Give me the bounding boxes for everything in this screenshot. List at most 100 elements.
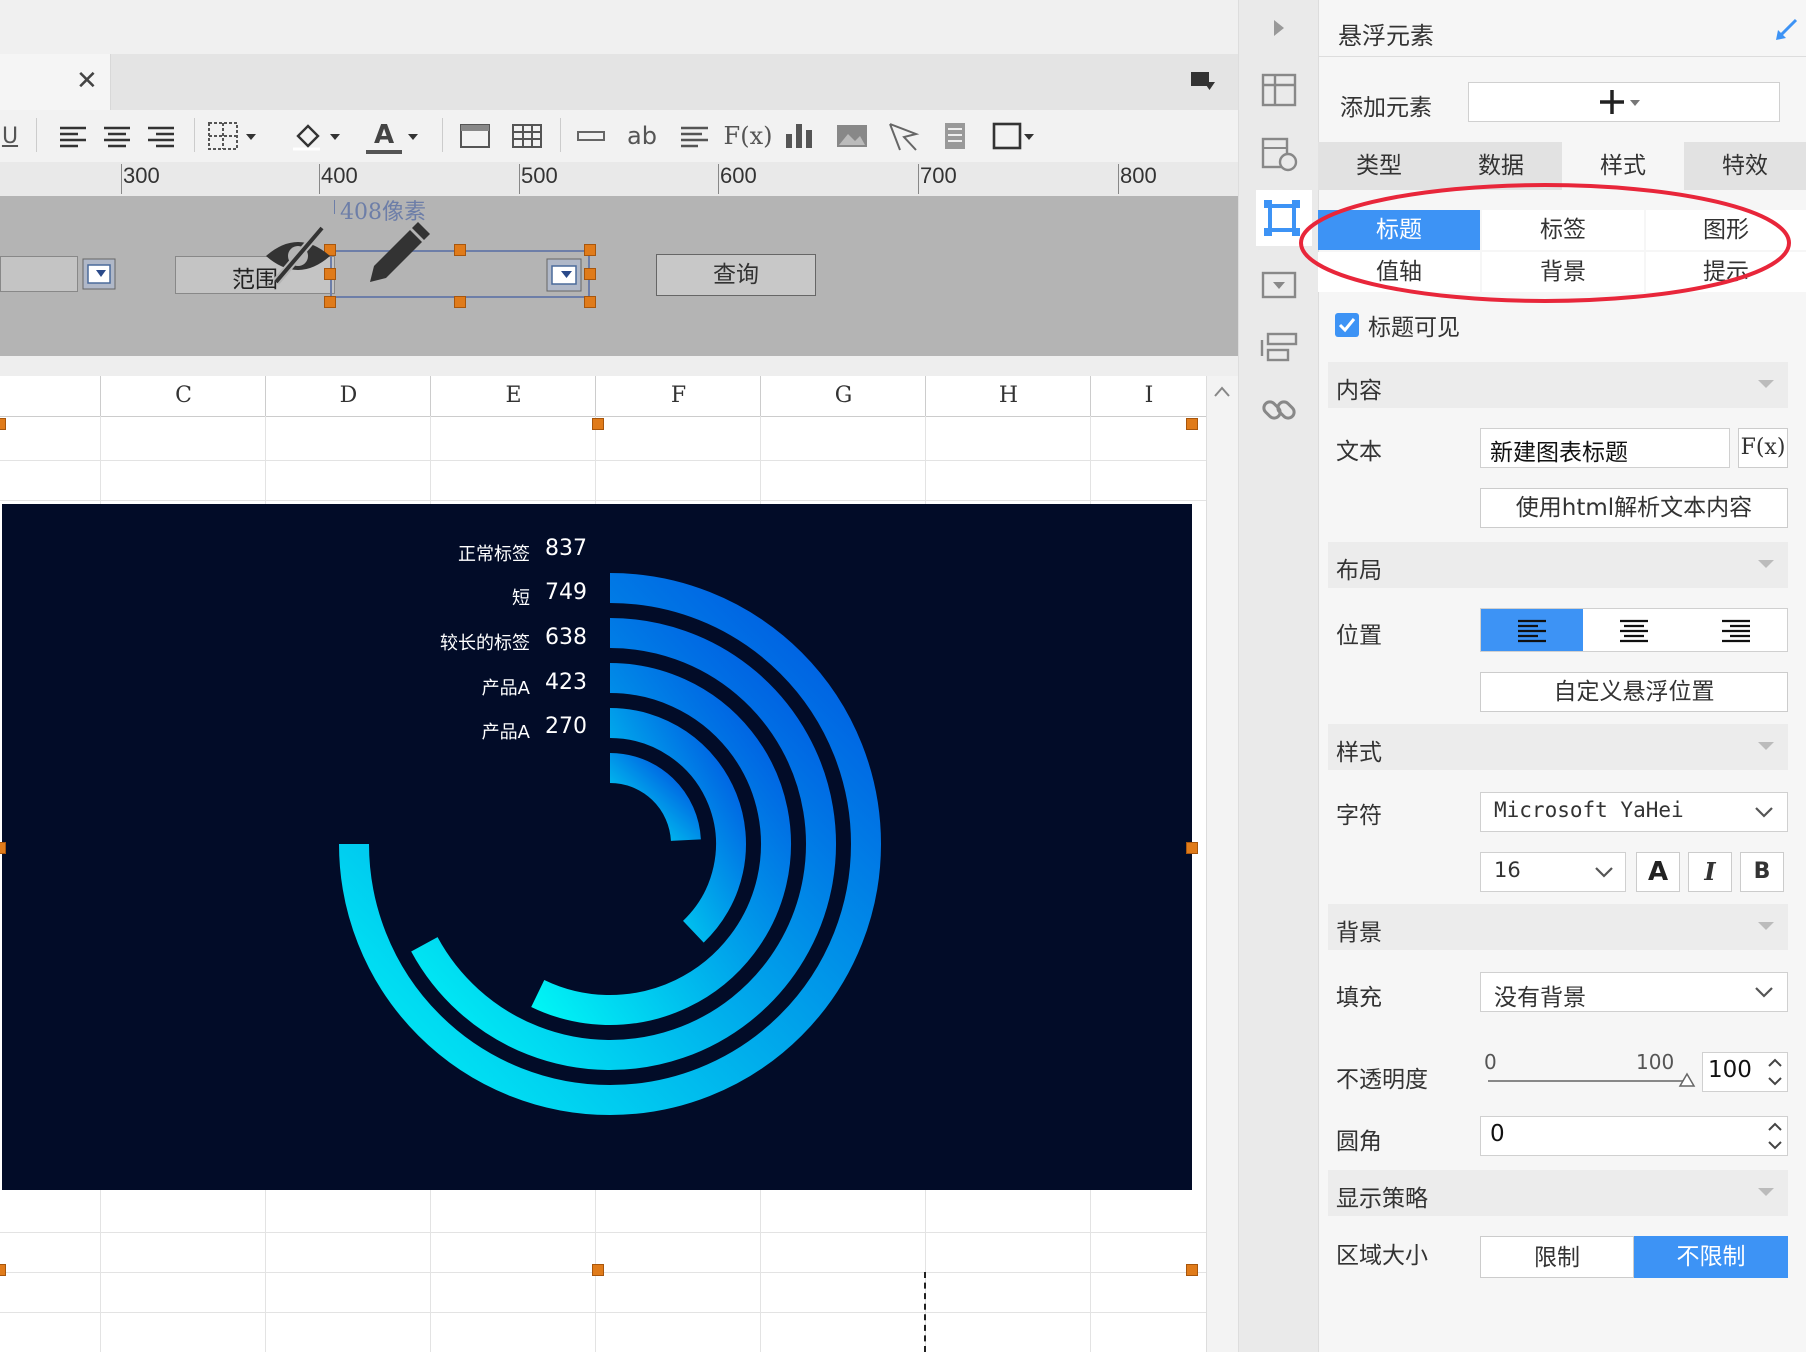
align-left-icon[interactable] (56, 120, 90, 152)
border-icon[interactable] (206, 120, 260, 152)
column-header[interactable]: E (430, 376, 596, 416)
label-widget-button[interactable]: ab (624, 120, 660, 152)
dropdown-icon[interactable] (82, 258, 116, 290)
image-icon[interactable] (834, 120, 870, 152)
align-right-icon[interactable] (1720, 616, 1752, 644)
font-value: Microsoft YaHei (1494, 798, 1684, 822)
column-header[interactable]: F (595, 376, 761, 416)
ruler-label: 700 (920, 163, 957, 188)
column-header[interactable]: D (265, 376, 431, 416)
align-center-icon[interactable] (1618, 616, 1650, 644)
column-header[interactable]: G (760, 376, 926, 416)
tab-bar (0, 54, 1238, 110)
chart-item-value: 423 (545, 670, 587, 695)
plus-icon[interactable] (1598, 86, 1646, 118)
column-header[interactable]: H (925, 376, 1091, 416)
column-header[interactable]: I (1090, 376, 1207, 416)
condition-attributes-icon[interactable] (1260, 330, 1298, 364)
align-center-icon[interactable] (100, 120, 134, 152)
param-input[interactable] (0, 256, 78, 292)
section-background[interactable]: 背景 (1328, 904, 1788, 950)
chevron-down-icon[interactable] (1590, 860, 1618, 884)
opacity-value: 100 (1708, 1057, 1752, 1083)
radial-bar[interactable] (609, 753, 701, 842)
pointer-icon[interactable] (886, 120, 920, 152)
frame-icon[interactable] (990, 120, 1038, 152)
radius-label: 圆角 (1336, 1129, 1382, 1155)
highlight-ellipse (1299, 183, 1791, 303)
merge-cells-icon[interactable] (458, 120, 492, 152)
opacity-min: 0 (1484, 1050, 1497, 1074)
area-size-label: 区域大小 (1336, 1243, 1428, 1269)
query-button[interactable]: 查询 (656, 254, 816, 296)
spinner-icon[interactable] (1764, 1118, 1786, 1154)
fill-value: 没有背景 (1494, 985, 1586, 1011)
formula-button[interactable]: F(x) (1738, 428, 1788, 468)
bold-button[interactable]: B (1740, 852, 1784, 892)
opacity-label: 不透明度 (1336, 1067, 1428, 1093)
chevron-down-icon[interactable] (1750, 800, 1778, 824)
section-layout[interactable]: 布局 (1328, 542, 1788, 588)
column-header[interactable]: C (100, 376, 266, 416)
horizontal-ruler (0, 162, 1238, 197)
chart-icon[interactable] (782, 120, 816, 152)
font-color-button[interactable]: A (366, 120, 402, 154)
font-color-button[interactable]: A (1636, 852, 1680, 892)
dropdown-menu-icon[interactable] (1190, 70, 1216, 94)
ruler-label: 500 (521, 163, 558, 188)
gutter (0, 356, 1238, 376)
chart-item-value: 837 (545, 536, 587, 561)
section-style[interactable]: 样式 (1328, 724, 1788, 770)
section-display-policy[interactable]: 显示策略 (1328, 1170, 1788, 1216)
hide-icon[interactable] (262, 222, 334, 286)
italic-button[interactable]: I (1688, 852, 1732, 892)
radius-value: 0 (1490, 1121, 1505, 1147)
checkbox-checked-icon[interactable] (1334, 312, 1360, 338)
vertical-scrollbar[interactable] (1206, 376, 1239, 1352)
radius-input[interactable] (1480, 1116, 1788, 1156)
radial-bar-chart (339, 573, 881, 1115)
underline-button[interactable]: U (0, 120, 20, 152)
spinner-icon[interactable] (1764, 1054, 1786, 1090)
text-label: 文本 (1336, 439, 1382, 465)
collapse-arrow-icon[interactable] (1268, 16, 1288, 40)
pin-icon[interactable] (1774, 16, 1800, 42)
align-right-icon[interactable] (144, 120, 178, 152)
area-unlimited-button[interactable]: 不限制 (1634, 1236, 1788, 1278)
chart-item-value: 638 (545, 625, 587, 650)
chart-item-label: 正常标签 (458, 544, 530, 565)
chevron-down-icon[interactable] (406, 120, 422, 152)
cell-attributes-icon[interactable] (1260, 72, 1298, 108)
text-area-icon[interactable] (678, 120, 712, 152)
close-icon[interactable]: ✕ (76, 66, 98, 96)
ruler-label: 300 (123, 163, 160, 188)
section-content[interactable]: 内容 (1328, 362, 1788, 408)
table-icon[interactable] (510, 120, 544, 152)
formula-button[interactable]: F(x) (724, 120, 773, 152)
chart-item-value: 270 (545, 714, 587, 739)
fill-color-icon[interactable] (290, 120, 344, 152)
area-limit-button[interactable]: 限制 (1480, 1236, 1634, 1278)
document-icon[interactable] (938, 120, 972, 152)
panel-title: 悬浮元素 (1338, 22, 1434, 50)
html-parse-button[interactable]: 使用html解析文本内容 (1480, 488, 1788, 528)
title-text-value: 新建图表标题 (1490, 440, 1628, 466)
dropdown-icon[interactable] (546, 258, 582, 292)
page-break-line (924, 1272, 926, 1352)
chevron-down-icon[interactable] (1750, 980, 1778, 1004)
cell-element-icon[interactable] (1260, 136, 1298, 172)
text-field-icon[interactable] (574, 120, 608, 152)
chart-item-label: 产品A (481, 678, 530, 699)
ruler-label: 800 (1120, 163, 1157, 188)
custom-position-button[interactable]: 自定义悬浮位置 (1480, 672, 1788, 712)
link-icon[interactable] (1260, 392, 1298, 430)
chart-item-label: 较长的标签 (440, 633, 530, 654)
widget-settings-icon[interactable] (1260, 268, 1298, 302)
opacity-slider-track[interactable] (1488, 1080, 1688, 1082)
slider-thumb-icon[interactable] (1678, 1072, 1696, 1088)
chevron-up-icon[interactable] (1212, 384, 1232, 400)
toolbar (0, 110, 1238, 163)
top-strip (0, 0, 1238, 55)
edit-pencil-icon[interactable] (362, 220, 432, 288)
fill-label: 填充 (1336, 985, 1382, 1011)
